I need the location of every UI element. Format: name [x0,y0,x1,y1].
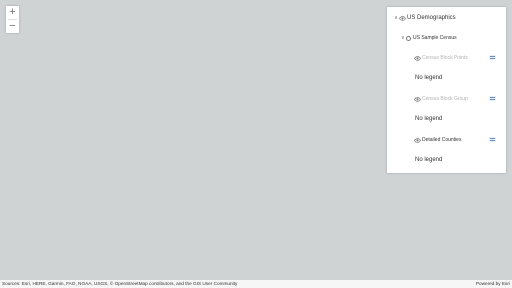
attribution-bar: Sources: Esri, HERE, Garmin, FAO, NOAA, … [0,280,512,288]
zoom-in-button[interactable]: + [6,6,19,19]
eye-icon[interactable] [414,137,422,143]
no-legend-text: No legend [415,116,443,122]
sublayer-row[interactable]: ∨ US Sample Census [400,35,457,41]
legend-toggle-button[interactable] [489,96,496,101]
layer-row-census-block-group[interactable]: Census Block Group [414,96,468,102]
visibility-radio[interactable] [406,35,411,41]
legend-toggle-button[interactable] [489,137,496,142]
layer-title: Census Block Points [422,55,468,61]
layer-group-title: US Demographics [407,15,456,21]
eye-icon[interactable] [414,55,422,61]
no-legend-text: No legend [415,157,443,163]
layer-group-row[interactable]: ∨ US Demographics [393,15,456,21]
no-legend-text: No legend [415,75,443,81]
eye-icon[interactable] [414,96,422,102]
legend-toggle-button[interactable] [489,55,496,60]
layer-list-panel: ∨ US Demographics ∨ US Sample Census Cen… [387,7,506,173]
layer-title: Census Block Group [422,96,468,102]
sublayer-title: US Sample Census [413,35,457,41]
layer-title: Detailed Counties [422,137,462,143]
zoom-control: + − [6,6,19,33]
attribution-sources[interactable]: Sources: Esri, HERE, Garmin, FAO, NOAA, … [2,280,237,288]
eye-icon[interactable] [399,15,407,21]
powered-by-link[interactable]: Powered by Esri [476,280,510,288]
layer-row-census-block-points[interactable]: Census Block Points [414,55,468,61]
zoom-out-button[interactable]: − [6,20,19,33]
layer-row-detailed-counties[interactable]: Detailed Counties [414,137,461,143]
